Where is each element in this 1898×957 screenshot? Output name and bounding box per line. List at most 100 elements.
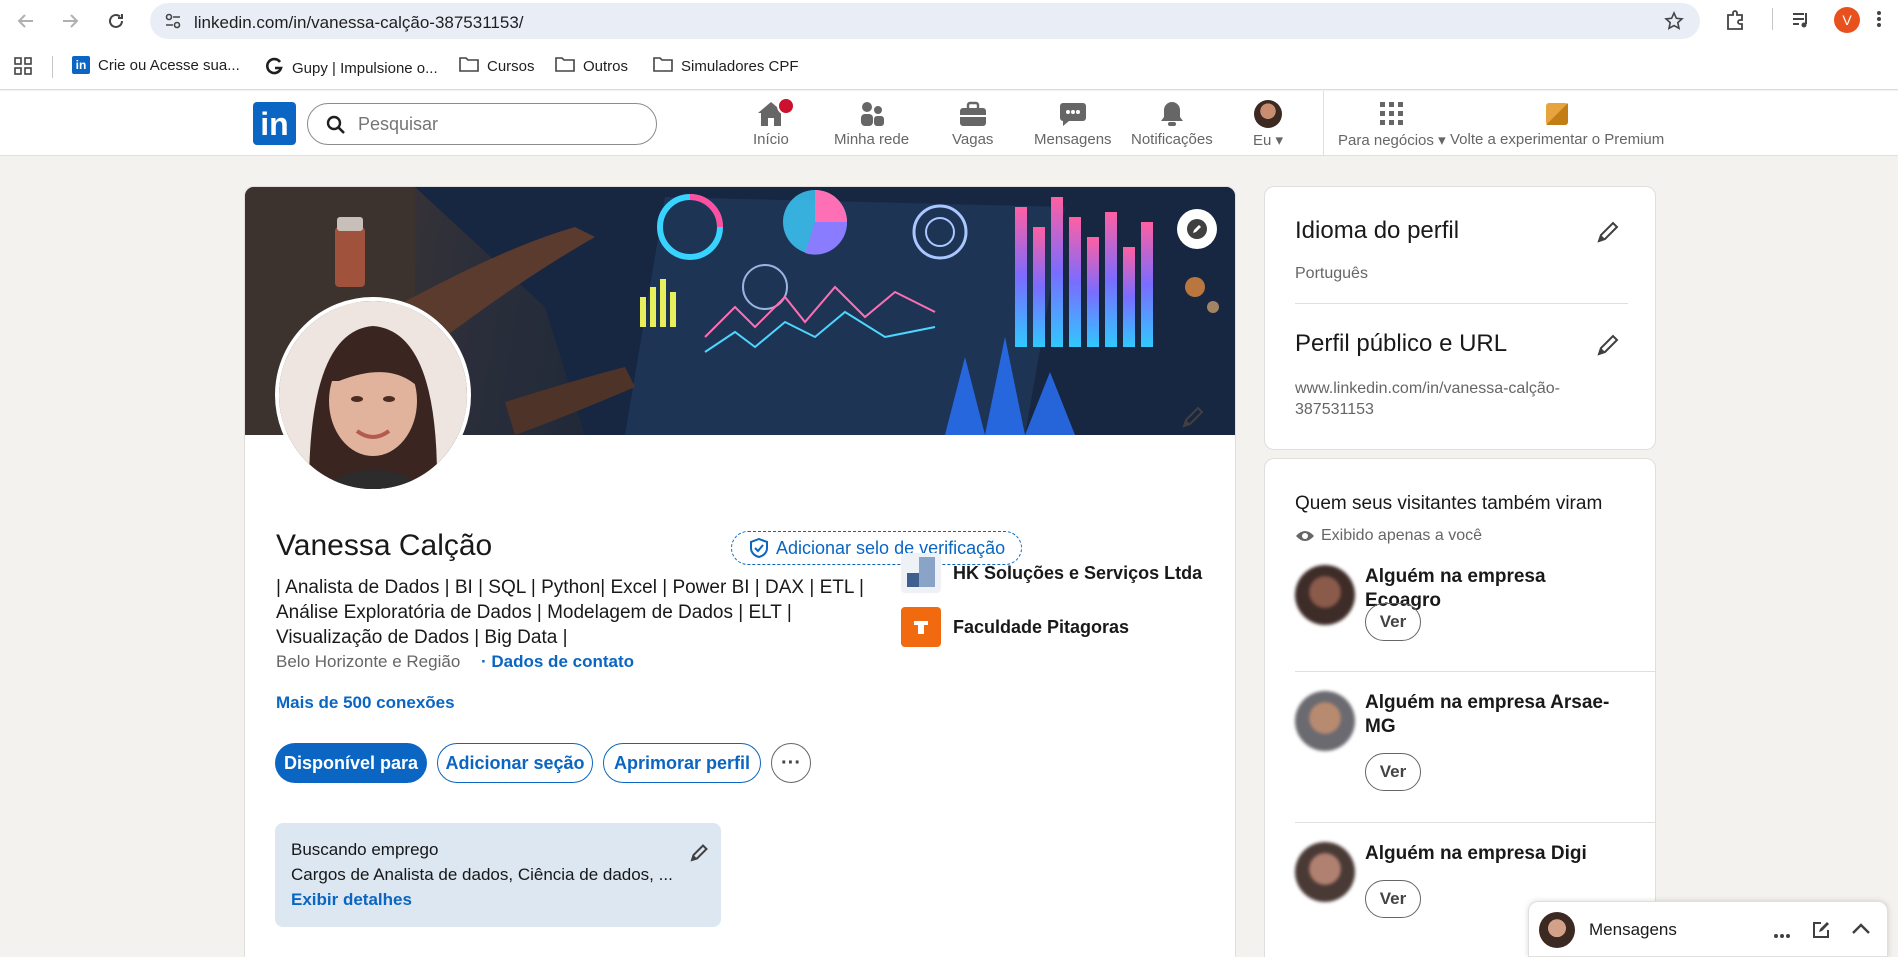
back-icon[interactable] [14,9,38,33]
avatar [1254,100,1283,128]
compose-icon[interactable] [1811,920,1831,945]
add-section-button[interactable]: Adicionar seção [437,743,593,783]
extensions-icon[interactable] [1724,9,1746,36]
shield-check-icon [750,538,768,558]
visitor-item: Alguém na empresa Arsae-MG Ver [1295,691,1625,811]
headline-line: Análise Exploratória de Dados | Modelage… [276,602,792,623]
visitor-name[interactable]: Alguém na empresa Arsae-MG [1365,691,1625,739]
edit-language-icon[interactable] [1595,219,1621,250]
bookmark-linkedin[interactable]: in Crie ou Acesse sua... [72,56,240,74]
linkedin-logo[interactable]: in [253,102,296,145]
education-pitagoras[interactable]: Faculdade Pitagoras [901,607,1129,647]
bookmark-label: Outros [583,57,629,75]
view-button[interactable]: Ver [1365,753,1421,791]
language-title: Idioma do perfil [1295,217,1460,244]
bookmarks-divider [52,56,53,78]
nav-messaging[interactable]: Mensagens [1034,99,1112,148]
bookmark-folder-outros[interactable]: Outros [555,56,628,76]
me-avatar-wrapper [1254,99,1283,129]
profile-location: Belo Horizonte e Região [276,652,461,671]
enhance-profile-button[interactable]: Aprimorar perfil [603,743,761,783]
nav-label: Mensagens [1034,131,1112,148]
search-input[interactable] [358,113,638,135]
nav-label: Início [753,131,789,148]
nav-jobs[interactable]: Vagas [952,99,993,148]
bell-icon [1158,99,1186,129]
public-url-title: Perfil público e URL [1295,330,1508,357]
visitors-subtitle: Exibido apenas a você [1321,527,1482,544]
profile-settings-card: Idioma do perfil Português Perfil públic… [1264,186,1656,450]
visitors-card: Quem seus visitantes também viram Exibid… [1264,458,1656,957]
folder-icon [555,56,575,76]
bookmarks-bar: in Crie ou Acesse sua... Gupy | Impulsio… [0,42,1898,90]
bookmark-label: Crie ou Acesse sua... [98,56,240,74]
edit-intro-button[interactable] [1173,397,1213,437]
view-button[interactable]: Ver [1365,603,1421,641]
premium-icon [1545,99,1569,129]
home-icon [757,97,795,129]
nav-me-label-row: Eu ▾ [1253,131,1283,149]
contact-info-link[interactable]: · Dados de contato [481,652,634,672]
connections-link[interactable]: Mais de 500 conexões [276,693,455,713]
reload-icon[interactable] [104,9,128,33]
headline-line: Visualização de Dados | Big Data | [276,627,568,648]
nav-divider [1323,91,1324,155]
site-info-icon[interactable] [164,12,182,35]
notification-badge [776,97,795,115]
language-value: Português [1295,265,1368,282]
browser-profile-avatar[interactable]: V [1834,7,1860,33]
gupy-favicon-icon [264,56,284,80]
linkedin-header: in Início Minha rede Vagas Mensagens [0,91,1898,156]
profile-headline: | Analista de Dados | BI | SQL | Python|… [276,575,886,650]
profile-photo-face [279,301,467,489]
edit-url-icon[interactable] [1595,332,1621,363]
address-bar[interactable]: linkedin.com/in/vanessa-calção-387531153… [150,3,1700,39]
nav-label: Volte a experimentar o Premium [1450,131,1665,148]
nav-premium[interactable]: Volte a experimentar o Premium [1450,99,1664,148]
more-actions-button[interactable]: ··· [771,743,811,783]
visitors-subtitle-row: Exibido apenas a você [1295,527,1482,545]
nav-label: Notificações [1131,131,1213,148]
open-to-work-card[interactable]: Buscando emprego Cargos de Analista de d… [275,823,721,927]
nav-for-business[interactable]: Para negócios ▾ [1338,99,1446,149]
bookmark-star-icon[interactable] [1664,11,1684,36]
more-options-icon[interactable] [1773,926,1791,944]
bookmark-gupy[interactable]: Gupy | Impulsione o... [264,56,438,80]
nav-home[interactable]: Início [753,97,795,148]
public-url-line: www.linkedin.com/in/vanessa-calção- [1295,380,1560,397]
forward-icon[interactable] [58,9,82,33]
chevron-up-icon[interactable] [1851,922,1871,941]
public-url-line: 387531153 [1295,401,1374,418]
pencil-icon[interactable] [689,843,709,868]
nav-my-network[interactable]: Minha rede [834,99,909,148]
grid-icon [1379,99,1404,129]
nav-label: Eu [1253,132,1272,149]
school-logo-icon [901,607,941,647]
experience-hk[interactable]: HK Soluções e Serviços Ltda [901,553,1202,593]
visitor-name[interactable]: Alguém na empresa Digi [1365,842,1625,866]
profile-photo[interactable] [275,297,471,493]
view-button[interactable]: Ver [1365,880,1421,918]
open-to-button[interactable]: Disponível para [275,743,427,783]
bookmark-folder-simuladores[interactable]: Simuladores CPF [653,56,799,76]
search-icon [326,115,346,140]
browser-menu-icon[interactable] [1876,9,1882,34]
nav-me[interactable]: Eu ▾ [1253,99,1283,149]
divider [1295,671,1655,672]
pencil-icon [1187,219,1207,239]
nav-label: Para negócios [1338,132,1434,149]
education-name: Faculdade Pitagoras [953,616,1130,637]
open-to-work-link[interactable]: Exibir detalhes [291,890,412,910]
folder-icon [459,56,479,76]
media-control-icon[interactable] [1790,9,1812,36]
nav-notifications[interactable]: Notificações [1131,99,1213,148]
edit-cover-button[interactable] [1177,209,1217,249]
bookmark-folder-cursos[interactable]: Cursos [459,56,535,76]
apps-grid-icon[interactable] [14,57,32,80]
nav-label: Minha rede [834,131,910,148]
search-box[interactable] [307,103,657,145]
messaging-dock[interactable]: Mensagens [1528,901,1888,957]
folder-icon [653,56,673,76]
url-text: linkedin.com/in/vanessa-calção-387531153… [194,13,524,32]
bookmark-label: Cursos [487,57,535,75]
